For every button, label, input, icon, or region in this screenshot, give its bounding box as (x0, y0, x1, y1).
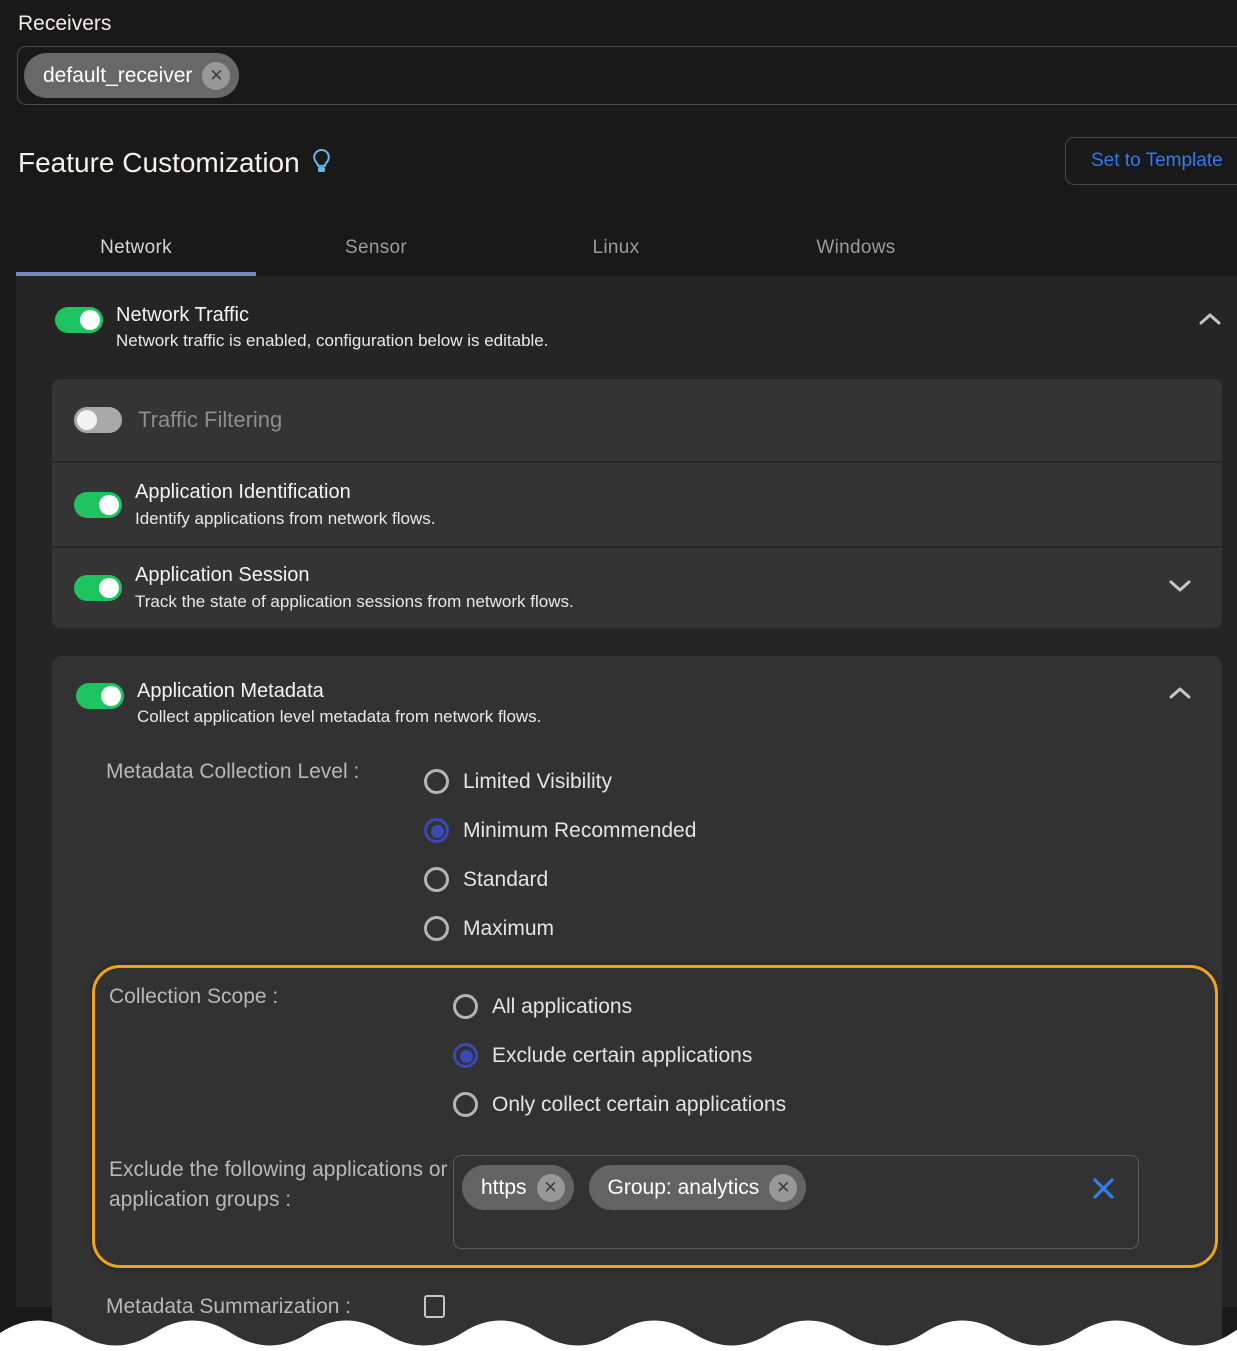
tab-sensor[interactable]: Sensor (256, 219, 496, 276)
radio-icon[interactable] (453, 1092, 478, 1117)
application-identification-row: Application Identification Identify appl… (52, 461, 1222, 546)
application-session-subtitle: Track the state of application sessions … (135, 592, 574, 612)
exclude-chip-group-analytics[interactable]: Group: analytics ✕ (589, 1165, 807, 1210)
application-identification-toggle[interactable] (74, 492, 122, 518)
radio-limited-visibility[interactable]: Limited Visibility (424, 757, 1222, 806)
application-metadata-title: Application Metadata (137, 680, 541, 703)
collection-scope-options: All applications Exclude certain applica… (453, 982, 1215, 1129)
tab-windows[interactable]: Windows (736, 219, 976, 276)
traffic-filtering-row: Traffic Filtering (52, 379, 1222, 461)
collection-scope-label: Collection Scope : (95, 982, 453, 1129)
remove-chip-icon[interactable]: ✕ (537, 1174, 565, 1202)
chevron-up-icon[interactable] (1198, 312, 1222, 331)
application-metadata-toggle[interactable] (76, 683, 124, 709)
exclude-applications-row: Exclude the following applications or ap… (95, 1155, 1215, 1249)
receiver-chip[interactable]: default_receiver ✕ (24, 53, 239, 98)
collection-scope-highlight-box: Collection Scope : All applications Excl… (92, 965, 1218, 1268)
application-session-title: Application Session (135, 564, 574, 587)
radio-only-collect-certain-applications[interactable]: Only collect certain applications (453, 1080, 1215, 1129)
application-metadata-card: Application Metadata Collect application… (52, 656, 1222, 1351)
remove-chip-icon[interactable]: ✕ (769, 1174, 797, 1202)
collection-level-label: Metadata Collection Level : (52, 757, 424, 953)
application-metadata-subtitle: Collect application level metadata from … (137, 707, 541, 727)
tab-network[interactable]: Network (16, 219, 256, 276)
set-to-template-button[interactable]: Set to Template (1065, 137, 1237, 185)
chevron-down-icon[interactable] (1168, 579, 1192, 598)
tab-bar: Network Sensor Linux Windows (0, 219, 1237, 276)
torn-edge-decoration (0, 1315, 1237, 1351)
application-identification-title: Application Identification (135, 481, 435, 504)
radio-all-applications[interactable]: All applications (453, 982, 1215, 1031)
exclude-chip-https[interactable]: https ✕ (462, 1165, 574, 1210)
clear-all-icon[interactable] (1091, 1176, 1116, 1206)
receiver-chip-label: default_receiver (43, 64, 192, 88)
traffic-filtering-toggle[interactable] (74, 407, 122, 433)
radio-maximum[interactable]: Maximum (424, 904, 1222, 953)
application-session-toggle[interactable] (74, 575, 122, 601)
lightbulb-icon (313, 149, 330, 180)
collection-level-options: Limited Visibility Minimum Recommended S… (424, 757, 1222, 953)
collection-scope-row: Collection Scope : All applications Excl… (95, 982, 1215, 1129)
chevron-up-icon[interactable] (1168, 686, 1192, 705)
radio-selected-icon[interactable] (424, 818, 449, 843)
feature-group: Traffic Filtering Application Identifica… (52, 379, 1222, 628)
radio-icon[interactable] (424, 916, 449, 941)
exclude-applications-input[interactable]: https ✕ Group: analytics ✕ (453, 1155, 1139, 1249)
page-title: Feature Customization (18, 147, 300, 178)
remove-receiver-icon[interactable]: ✕ (202, 62, 230, 90)
application-session-row: Application Session Track the state of a… (52, 546, 1222, 628)
radio-standard[interactable]: Standard (424, 855, 1222, 904)
network-traffic-subtitle: Network traffic is enabled, configuratio… (116, 331, 548, 351)
radio-exclude-certain-applications[interactable]: Exclude certain applications (453, 1031, 1215, 1080)
receivers-label: Receivers (18, 12, 1237, 36)
active-tab-indicator (16, 272, 256, 276)
feature-customization-page: Receivers default_receiver ✕ Feature Cus… (0, 0, 1237, 1351)
application-metadata-header: Application Metadata Collect application… (52, 680, 1222, 727)
radio-minimum-recommended[interactable]: Minimum Recommended (424, 806, 1222, 855)
receivers-input[interactable]: default_receiver ✕ (17, 46, 1237, 105)
page-header: Feature Customization Set to Template (18, 147, 1237, 193)
radio-icon[interactable] (453, 994, 478, 1019)
radio-icon[interactable] (424, 769, 449, 794)
radio-icon[interactable] (424, 867, 449, 892)
traffic-filtering-label: Traffic Filtering (138, 407, 282, 433)
radio-selected-icon[interactable] (453, 1043, 478, 1068)
collection-level-row: Metadata Collection Level : Limited Visi… (52, 757, 1222, 953)
network-tab-panel: Network Traffic Network traffic is enabl… (16, 276, 1237, 1307)
exclude-applications-label: Exclude the following applications or ap… (95, 1155, 453, 1249)
tab-linux[interactable]: Linux (496, 219, 736, 276)
application-identification-subtitle: Identify applications from network flows… (135, 509, 435, 529)
network-traffic-title: Network Traffic (116, 304, 548, 327)
network-traffic-toggle[interactable] (55, 307, 103, 333)
network-traffic-header: Network Traffic Network traffic is enabl… (55, 304, 1222, 351)
